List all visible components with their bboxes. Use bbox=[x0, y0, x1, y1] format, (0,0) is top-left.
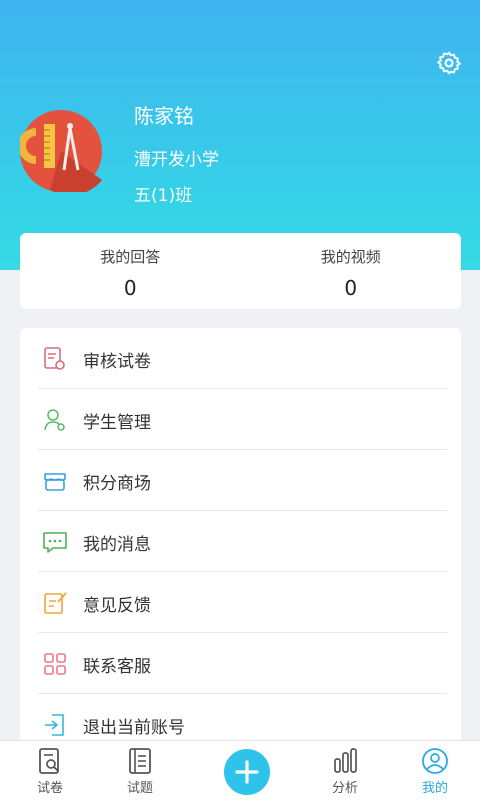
avatar[interactable] bbox=[20, 110, 102, 192]
tab-papers[interactable]: 试卷 bbox=[15, 741, 85, 801]
menu-item-feedback[interactable]: 意见反馈 bbox=[20, 572, 461, 633]
tab-questions[interactable]: 试题 bbox=[105, 741, 175, 801]
menu-item-label: 我的消息 bbox=[83, 535, 151, 555]
menu-item-label: 联系客服 bbox=[83, 657, 151, 677]
gear-icon[interactable] bbox=[436, 50, 462, 76]
tab-label: 分析 bbox=[331, 781, 358, 796]
stat-label: 我的回答 bbox=[100, 248, 161, 266]
store-icon bbox=[44, 473, 66, 491]
menu-item-label: 学生管理 bbox=[83, 413, 151, 433]
user-class: 五(1)班 bbox=[134, 186, 193, 206]
logout-icon bbox=[45, 714, 64, 736]
student-manage-icon bbox=[44, 409, 65, 431]
plus-icon bbox=[235, 760, 259, 784]
service-grid-icon bbox=[44, 653, 66, 675]
menu-item-label: 意见反馈 bbox=[83, 596, 151, 616]
menu-item-customer-service[interactable]: 联系客服 bbox=[20, 633, 461, 694]
menu-item-messages[interactable]: 我的消息 bbox=[20, 511, 461, 572]
stats-card: 我的回答 0 我的视频 0 bbox=[20, 233, 461, 309]
tab-label: 试卷 bbox=[36, 781, 63, 796]
message-icon bbox=[43, 532, 67, 553]
paper-search-icon bbox=[39, 748, 59, 774]
stat-my-videos[interactable]: 我的视频 0 bbox=[241, 233, 462, 309]
user-school: 漕开发小学 bbox=[134, 150, 219, 170]
profile-header: 陈家铭 漕开发小学 五(1)班 bbox=[0, 0, 480, 270]
menu-list: 审核试卷 学生管理 积分商场 我的消息 意见反馈 联系客服 退出当前账号 bbox=[20, 328, 461, 748]
tab-label: 我的 bbox=[421, 781, 448, 796]
user-circle-icon bbox=[422, 748, 448, 774]
menu-item-label: 退出当前账号 bbox=[83, 718, 185, 738]
tab-analysis[interactable]: 分析 bbox=[310, 741, 380, 801]
feedback-icon bbox=[44, 592, 67, 614]
tab-label: 试题 bbox=[126, 781, 153, 796]
menu-item-label: 积分商场 bbox=[83, 474, 151, 494]
add-button[interactable] bbox=[224, 749, 270, 795]
menu-item-review-paper[interactable]: 审核试卷 bbox=[20, 328, 461, 389]
questions-icon bbox=[129, 748, 151, 774]
menu-item-store[interactable]: 积分商场 bbox=[20, 450, 461, 511]
user-name: 陈家铭 bbox=[134, 104, 194, 128]
tab-mine[interactable]: 我的 bbox=[400, 741, 470, 801]
stat-my-answers[interactable]: 我的回答 0 bbox=[20, 233, 241, 309]
stat-value: 0 bbox=[344, 276, 358, 300]
bar-chart-icon bbox=[334, 748, 357, 773]
stat-value: 0 bbox=[123, 276, 137, 300]
menu-item-label: 审核试卷 bbox=[83, 352, 151, 372]
review-paper-icon bbox=[44, 347, 65, 370]
stat-label: 我的视频 bbox=[320, 248, 381, 266]
menu-item-student-manage[interactable]: 学生管理 bbox=[20, 389, 461, 450]
